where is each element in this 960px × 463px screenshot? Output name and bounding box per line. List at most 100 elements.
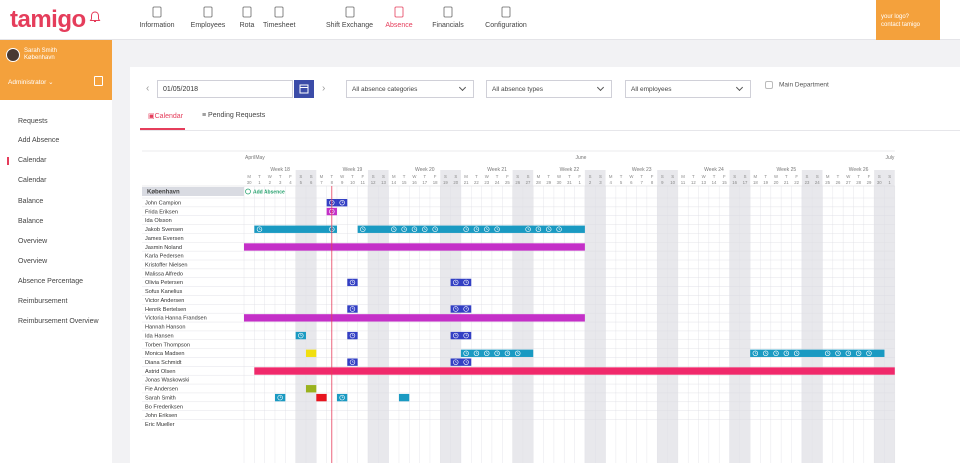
employee-name[interactable]: John Eriksen <box>145 413 177 419</box>
employee-name[interactable]: Victor Andersen <box>145 298 184 304</box>
absence-bar[interactable] <box>254 225 337 233</box>
day-letter: S <box>527 174 530 179</box>
day-letter: F <box>434 174 437 179</box>
day-number: 11 <box>361 180 366 185</box>
employee-name[interactable]: Kristoffer Nielsen <box>145 263 188 269</box>
employee-name[interactable]: Astrid Olsen <box>145 369 175 375</box>
absence-bar[interactable] <box>244 314 585 322</box>
week-label: Week 19 <box>343 167 363 173</box>
absence-bar[interactable] <box>305 349 317 357</box>
day-letter: T <box>785 174 788 179</box>
day-number: 21 <box>784 180 789 185</box>
day-number: 8 <box>331 180 334 185</box>
day-number: 1 <box>579 180 582 185</box>
day-number: 26 <box>836 180 841 185</box>
day-letter: T <box>568 174 571 179</box>
absence-bar[interactable] <box>450 305 472 313</box>
day-number: 22 <box>794 180 799 185</box>
employee-name[interactable]: Karla Pedersen <box>145 254 184 260</box>
day-letter: W <box>485 174 490 179</box>
day-number: 12 <box>691 180 696 185</box>
absence-bar[interactable] <box>450 278 472 287</box>
day-letter: F <box>795 174 798 179</box>
absence-bar[interactable] <box>254 367 895 375</box>
absence-bar[interactable] <box>244 243 585 251</box>
day-letter: S <box>454 174 457 179</box>
day-number: 21 <box>464 180 469 185</box>
employee-name[interactable]: Diana Schmidt <box>145 360 182 366</box>
day-letter: T <box>279 174 282 179</box>
employee-name[interactable]: Ida Olsson <box>145 218 172 224</box>
absence-bar[interactable] <box>450 358 472 366</box>
day-letter: S <box>806 174 809 179</box>
day-letter: M <box>464 174 468 179</box>
absence-bar[interactable] <box>316 393 327 402</box>
employee-name[interactable]: Frida Eriksen <box>145 209 178 215</box>
month-label: April <box>245 155 255 161</box>
employee-name[interactable]: John Campion <box>145 201 181 207</box>
day-letter: S <box>599 174 602 179</box>
employee-name[interactable]: Torben Thompson <box>145 342 190 348</box>
absence-bar[interactable] <box>398 393 410 402</box>
day-number: 18 <box>433 180 438 185</box>
absence-bar[interactable] <box>357 225 585 233</box>
day-letter: S <box>372 174 375 179</box>
day-letter: T <box>351 174 354 179</box>
day-letter: T <box>857 174 860 179</box>
employee-name[interactable]: Jonas Waskowski <box>145 378 189 384</box>
day-number: 17 <box>743 180 748 185</box>
day-number: 4 <box>289 180 292 185</box>
day-number: 30 <box>247 180 252 185</box>
day-letter: S <box>671 174 674 179</box>
employee-name[interactable]: Monica Madsen <box>145 351 185 357</box>
day-letter: T <box>547 174 550 179</box>
day-number: 28 <box>536 180 541 185</box>
month-label: May <box>255 155 265 161</box>
employee-name[interactable]: Hannah Hanson <box>145 325 185 331</box>
week-label: Week 21 <box>487 167 507 173</box>
day-letter: S <box>589 174 592 179</box>
employee-name[interactable]: Eric Mueller <box>145 422 175 428</box>
add-absence-icon[interactable] <box>245 188 251 195</box>
day-number: 31 <box>567 180 572 185</box>
employee-name[interactable]: Sofus Kanelius <box>145 289 183 295</box>
employee-name[interactable]: Malissa Alfredo <box>145 271 183 277</box>
day-number: 23 <box>484 180 489 185</box>
employee-name[interactable]: Ida Hansen <box>145 333 174 339</box>
employee-name[interactable]: Jasmin Noland <box>145 245 182 251</box>
day-letter: T <box>496 174 499 179</box>
add-absence-link[interactable]: Add Absence <box>253 190 285 196</box>
day-letter: W <box>774 174 779 179</box>
day-letter: F <box>289 174 292 179</box>
day-number: 28 <box>856 180 861 185</box>
employee-name[interactable]: Victoria Hanna Frandsen <box>145 316 207 322</box>
employee-name[interactable]: James Eversen <box>145 236 184 242</box>
day-number: 22 <box>474 180 479 185</box>
day-letter: W <box>340 174 345 179</box>
day-letter: F <box>578 174 581 179</box>
day-letter: T <box>423 174 426 179</box>
day-letter: T <box>713 174 716 179</box>
day-number: 3 <box>279 180 282 185</box>
employee-name[interactable]: Fie Andersen <box>145 387 178 393</box>
day-letter: M <box>247 174 251 179</box>
employee-name[interactable]: Jakob Svensen <box>145 227 183 233</box>
employee-name[interactable]: Olivia Petersen <box>145 280 183 286</box>
day-number: 20 <box>453 180 458 185</box>
day-number: 13 <box>381 180 386 185</box>
day-number: 10 <box>670 180 675 185</box>
employee-name[interactable]: Sarah Smith <box>145 395 176 401</box>
employee-name[interactable]: Bo Frederiksen <box>145 404 183 410</box>
day-letter: S <box>816 174 819 179</box>
absence-bar[interactable] <box>450 331 472 340</box>
department-name: København <box>147 190 180 196</box>
employee-name[interactable]: Henrik Bertelsen <box>145 307 186 313</box>
day-letter: W <box>412 174 417 179</box>
day-number: 29 <box>867 180 872 185</box>
week-label: Week 23 <box>632 167 652 173</box>
day-number: 7 <box>320 180 323 185</box>
day-letter: T <box>640 174 643 179</box>
day-number: 26 <box>515 180 520 185</box>
absence-bar[interactable] <box>750 349 885 357</box>
absence-bar[interactable] <box>305 385 317 393</box>
